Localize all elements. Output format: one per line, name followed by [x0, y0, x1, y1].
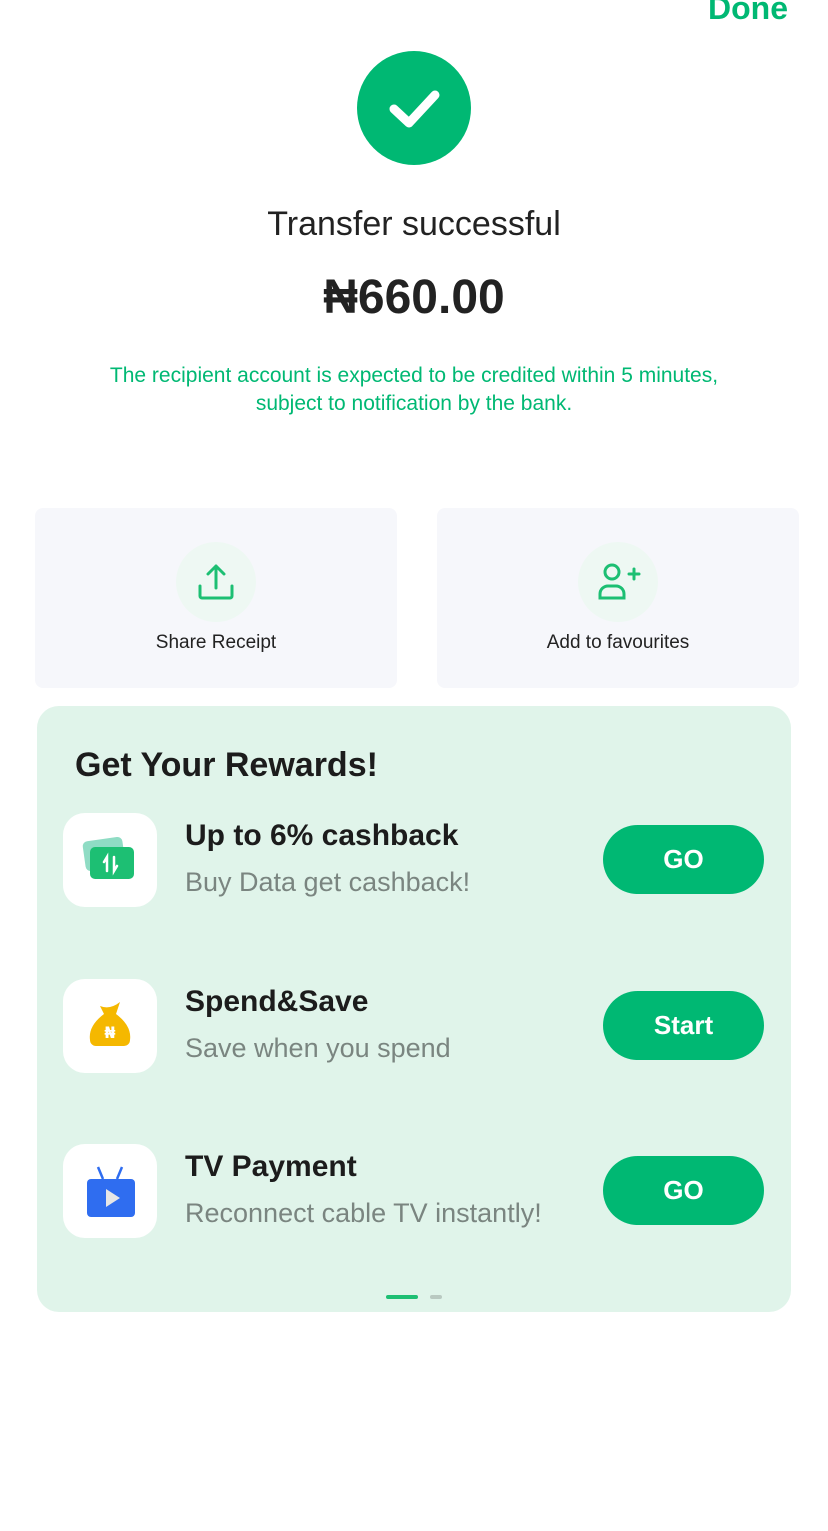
add-to-favourites-label: Add to favourites — [546, 632, 690, 653]
spend-save-start-button[interactable]: Start — [603, 991, 764, 1060]
transfer-amount: ₦660.00 — [323, 271, 505, 324]
note-line: subject to notification by the bank. — [255, 392, 573, 415]
success-check-icon — [357, 51, 471, 165]
cashback-go-button[interactable]: GO — [603, 825, 764, 894]
status-title: Transfer successful — [267, 205, 561, 243]
share-receipt-label: Share Receipt — [155, 632, 277, 653]
money-bag-icon: ₦ — [63, 979, 157, 1073]
rewards-title: Get Your Rewards! — [75, 746, 378, 784]
reward-item: Up to 6% cashback Buy Data get cashback!… — [63, 813, 764, 907]
add-user-icon — [578, 542, 658, 622]
page-dot-active — [386, 1295, 418, 1299]
reward-title: Spend&Save — [185, 985, 369, 1018]
reward-subtitle: Save when you spend — [185, 1033, 451, 1063]
reward-subtitle: Buy Data get cashback! — [185, 867, 471, 897]
tv-icon — [63, 1144, 157, 1238]
svg-text:₦: ₦ — [104, 1023, 115, 1042]
tv-payment-go-button[interactable]: GO — [603, 1156, 764, 1225]
add-to-favourites-button[interactable]: Add to favourites — [437, 508, 799, 688]
reward-title: TV Payment — [185, 1150, 357, 1183]
reward-title: Up to 6% cashback — [185, 819, 459, 852]
share-icon — [176, 542, 256, 622]
status-note: The recipient account is expected to be … — [0, 362, 828, 418]
reward-subtitle: Reconnect cable TV instantly! — [185, 1198, 542, 1228]
share-receipt-button[interactable]: Share Receipt — [35, 508, 397, 688]
page-indicator — [386, 1295, 442, 1299]
rewards-card: Get Your Rewards! Up to 6% cashback Buy … — [37, 706, 791, 1312]
data-card-icon — [63, 813, 157, 907]
reward-item: TV Payment Reconnect cable TV instantly!… — [63, 1144, 764, 1238]
done-button[interactable]: Done — [708, 0, 788, 27]
page-dot — [430, 1295, 442, 1299]
note-line: The recipient account is expected to be … — [109, 364, 719, 387]
reward-item: ₦ Spend&Save Save when you spend Start — [63, 979, 764, 1073]
